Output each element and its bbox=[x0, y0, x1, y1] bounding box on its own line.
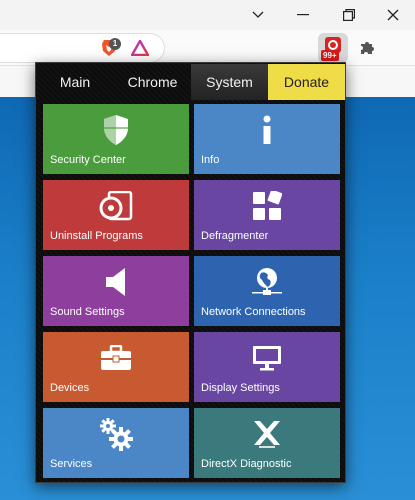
tab-list-button[interactable] bbox=[243, 4, 273, 26]
tab-chrome[interactable]: Chrome bbox=[114, 64, 191, 100]
tile-defragmenter[interactable]: Defragmenter bbox=[194, 180, 340, 250]
shield-icon bbox=[96, 112, 136, 148]
tile-label: Defragmenter bbox=[201, 230, 269, 242]
extension-count-badge: 99+ bbox=[321, 50, 339, 61]
close-icon bbox=[387, 9, 399, 21]
restore-icon bbox=[343, 9, 355, 21]
tile-devices[interactable]: Devices bbox=[43, 332, 189, 402]
network-icon bbox=[247, 264, 287, 300]
chevron-down-icon bbox=[252, 11, 264, 18]
speaker-icon bbox=[96, 264, 136, 300]
minimize-icon bbox=[297, 14, 309, 16]
tile-label: Devices bbox=[50, 382, 90, 394]
blocks-icon bbox=[247, 188, 287, 224]
tile-directx-diagnostic[interactable]: DirectX Diagnostic bbox=[194, 408, 340, 478]
extension-button[interactable]: 99+ bbox=[318, 33, 348, 63]
minimize-button[interactable] bbox=[288, 4, 318, 26]
system-tools-popup: Main Chrome System Donate Security Cente… bbox=[35, 62, 346, 483]
tile-label: Display Settings bbox=[201, 382, 280, 394]
tile-label: Security Center bbox=[50, 154, 126, 166]
extensions-menu-button[interactable] bbox=[352, 33, 382, 63]
tile-label: Uninstall Programs bbox=[50, 230, 143, 242]
puzzle-icon bbox=[361, 42, 374, 54]
restore-button[interactable] bbox=[334, 4, 364, 26]
rewards-triangle-icon bbox=[131, 40, 149, 56]
info-icon bbox=[247, 112, 287, 148]
tile-label: Network Connections bbox=[201, 306, 306, 318]
tile-info[interactable]: Info bbox=[194, 104, 340, 174]
tab-donate[interactable]: Donate bbox=[268, 64, 345, 100]
tile-sound-settings[interactable]: Sound Settings bbox=[43, 256, 189, 326]
tile-uninstall-programs[interactable]: Uninstall Programs bbox=[43, 180, 189, 250]
tile-network-connections[interactable]: Network Connections bbox=[194, 256, 340, 326]
tile-label: Services bbox=[50, 458, 93, 470]
tile-services[interactable]: Services bbox=[43, 408, 189, 478]
tab-system[interactable]: System bbox=[191, 64, 268, 100]
tile-label: DirectX Diagnostic bbox=[201, 458, 292, 470]
tile-security-center[interactable]: Security Center bbox=[43, 104, 189, 174]
brave-rewards-button[interactable] bbox=[128, 36, 152, 60]
gears-icon bbox=[96, 416, 136, 452]
tile-label: Info bbox=[201, 154, 220, 166]
disc-icon bbox=[96, 188, 136, 224]
directx-icon bbox=[247, 416, 287, 452]
popup-tab-bar: Main Chrome System Donate bbox=[36, 64, 345, 100]
tile-display-settings[interactable]: Display Settings bbox=[194, 332, 340, 402]
tab-main[interactable]: Main bbox=[36, 64, 114, 100]
browser-toolbar: 1 99+ bbox=[0, 30, 415, 66]
tile-label: Sound Settings bbox=[50, 306, 125, 318]
close-button[interactable] bbox=[378, 4, 408, 26]
brave-shields-button[interactable]: 1 bbox=[97, 36, 121, 60]
toolbox-icon bbox=[96, 340, 136, 376]
brave-shield-count-badge: 1 bbox=[109, 38, 121, 50]
monitor-icon bbox=[247, 340, 287, 376]
browser-title-bar bbox=[0, 0, 415, 30]
